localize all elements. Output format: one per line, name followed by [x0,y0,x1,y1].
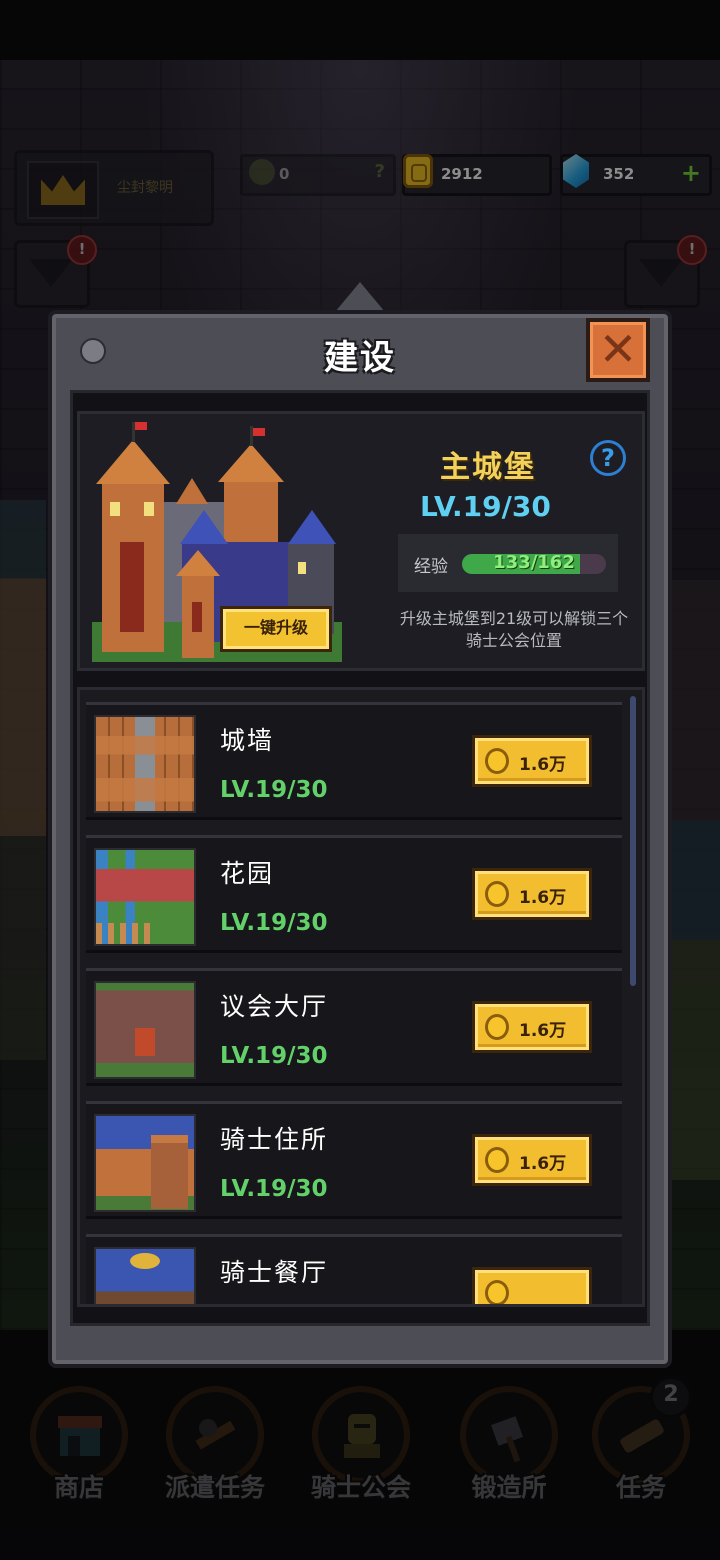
building-row-garden: 花园 LV.19/30 1.6万 [86,835,622,953]
gold-coin-icon [485,881,509,907]
building-level: LV.19/30 [220,1176,328,1202]
gold-coin-icon [485,748,509,774]
upgrade-knight-dining-button[interactable] [472,1267,592,1304]
gold-coin-icon [485,1280,509,1304]
building-row-council-hall: 议会大厅 LV.19/30 1.6万 [86,968,622,1086]
building-row-knight-quarters: 骑士住所 LV.19/30 1.6万 [86,1101,622,1219]
building-name: 城墙 [220,726,275,755]
help-icon[interactable]: ? [590,440,626,476]
upgrade-all-button[interactable]: 一键升级 [220,606,332,652]
upgrade-knight-quarters-button[interactable]: 1.6万 [472,1134,592,1186]
building-level: LV.19/30 [220,910,328,936]
knight-dining-icon [94,1247,196,1304]
building-name: 议会大厅 [220,992,329,1021]
construction-modal: 建设 ✕ 一键升级 主城堡 ? LV.19/30 经验 133/162 升级主城… [48,310,672,1368]
close-button[interactable]: ✕ [586,318,650,382]
building-level: LV.19/30 [220,1043,328,1069]
upgrade-council-hall-button[interactable]: 1.6万 [472,1001,592,1053]
building-level: LV.19/30 [220,777,328,803]
upgrade-cost: 1.6万 [519,1154,567,1174]
exp-label: 经验 [414,557,448,577]
wall-icon [94,715,196,813]
exp-panel: 经验 133/162 [398,534,618,592]
gold-coin-icon [485,1014,509,1040]
building-name: 骑士住所 [220,1125,329,1154]
close-icon: ✕ [598,322,638,376]
building-row-wall: 城墙 LV.19/30 1.6万 [86,702,622,820]
castle-level: LV.19/30 [420,490,551,523]
building-row-knight-dining: 骑士餐厅 [86,1234,622,1304]
building-name: 骑士餐厅 [220,1258,329,1287]
modal-content: 一键升级 主城堡 ? LV.19/30 经验 133/162 升级主城堡到21级… [70,390,650,1326]
list-scrollbar[interactable] [630,696,636,986]
castle-name: 主城堡 [440,450,536,485]
upgrade-cost: 1.6万 [519,755,567,775]
council-hall-icon [94,981,196,1079]
main-castle-card: 一键升级 主城堡 ? LV.19/30 经验 133/162 升级主城堡到21级… [77,411,645,671]
building-list[interactable]: 城墙 LV.19/30 1.6万 花园 LV.19/30 1.6万 议会大厅 L… [77,687,645,1307]
garden-icon [94,848,196,946]
castle-upgrade-hint: 升级主城堡到21级可以解锁三个骑士公会位置 [399,609,629,650]
upgrade-cost: 1.6万 [519,1021,567,1041]
upgrade-wall-button[interactable]: 1.6万 [472,735,592,787]
exp-value: 133/162 [493,554,575,573]
upgrade-garden-button[interactable]: 1.6万 [472,868,592,920]
modal-title: 建设 [324,338,396,378]
exp-progress-bar: 133/162 [462,554,606,574]
gold-coin-icon [485,1147,509,1173]
knight-quarters-icon [94,1114,196,1212]
building-name: 花园 [220,859,275,888]
upgrade-cost: 1.6万 [519,888,567,908]
